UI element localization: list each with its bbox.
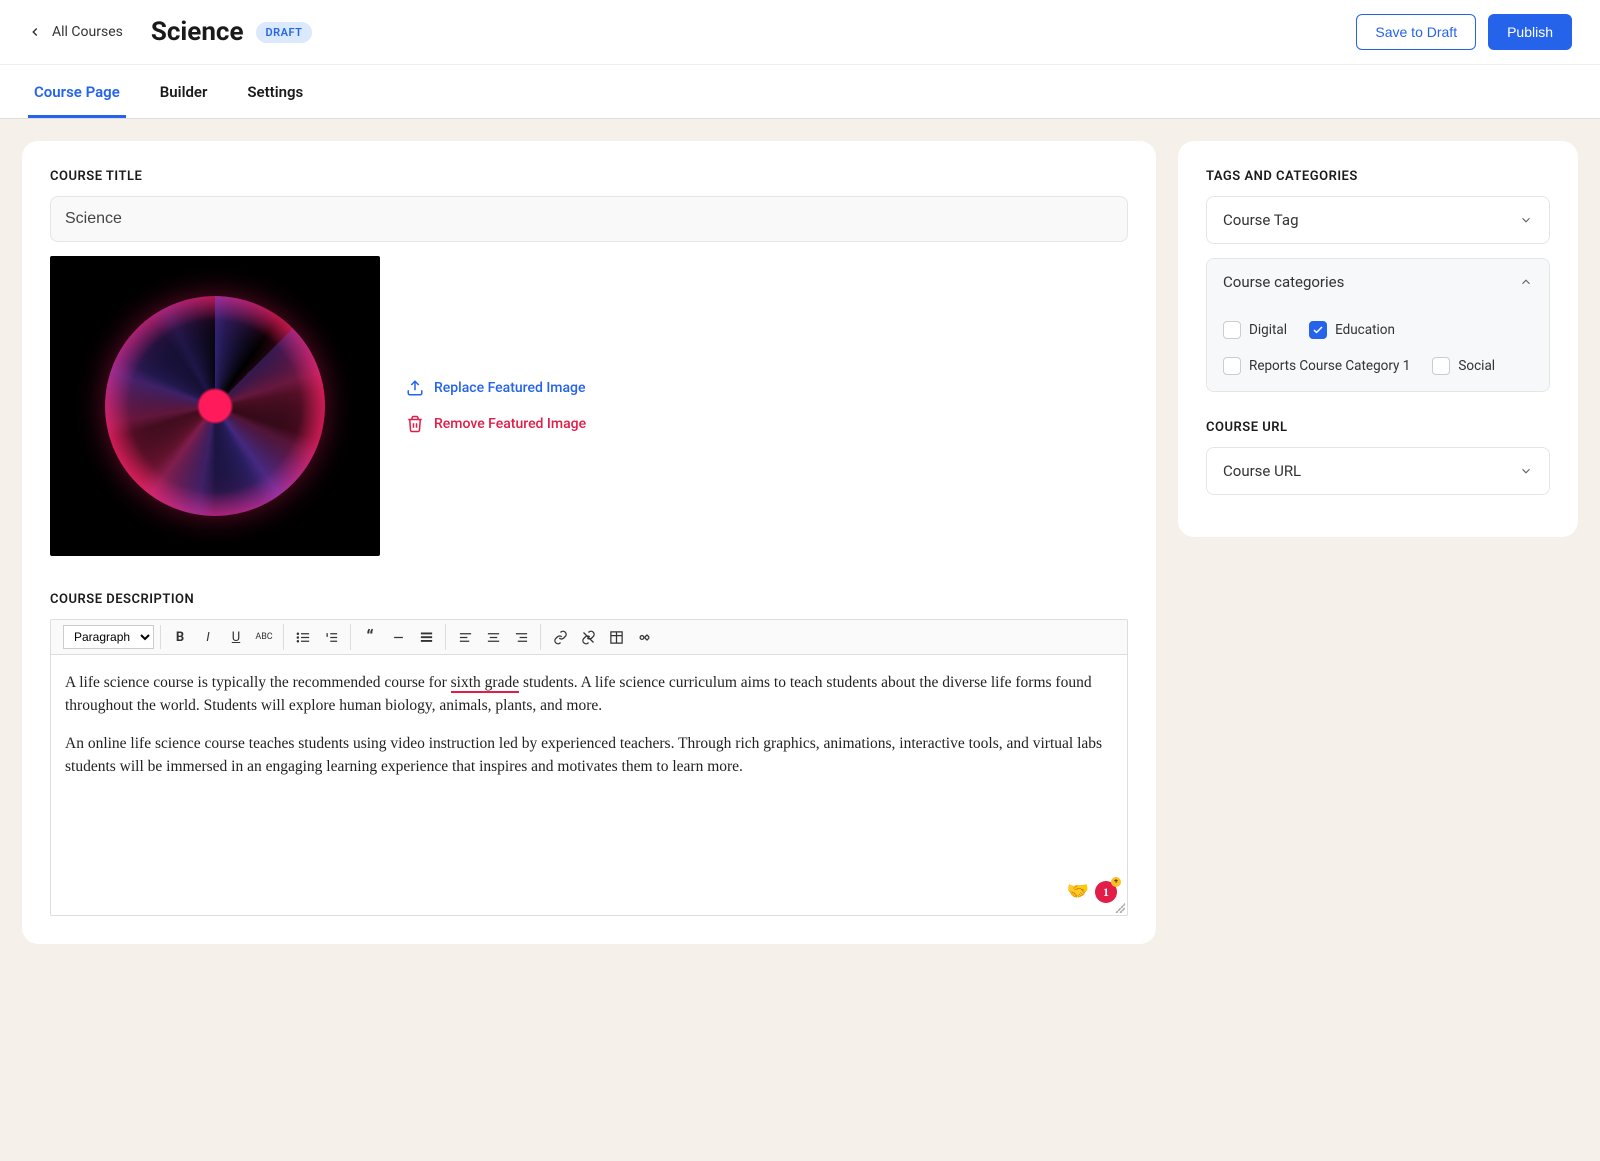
course-description-label: COURSE DESCRIPTION: [50, 592, 1128, 607]
bullet-list-icon: [296, 630, 311, 645]
quote-button[interactable]: “: [357, 624, 383, 650]
align-left-icon: [458, 630, 473, 645]
notification-badge[interactable]: 1: [1095, 881, 1117, 903]
link-button[interactable]: [547, 624, 573, 650]
editor-toolbar: Paragraph B I U ABC “: [51, 620, 1127, 655]
categories-list: Digital Education Reports Course Categor…: [1207, 305, 1549, 391]
replace-featured-image-button[interactable]: Replace Featured Image: [406, 379, 586, 397]
tabs-bar: Course Page Builder Settings: [0, 65, 1600, 119]
remove-featured-image-button[interactable]: Remove Featured Image: [406, 415, 586, 433]
tab-builder[interactable]: Builder: [154, 65, 214, 118]
course-categories-label: Course categories: [1223, 273, 1344, 291]
save-draft-button[interactable]: Save to Draft: [1356, 14, 1476, 50]
category-label: Social: [1458, 358, 1495, 374]
strike-button[interactable]: ABC: [251, 624, 277, 650]
code-button[interactable]: [631, 624, 657, 650]
chevron-down-icon: [1519, 464, 1533, 478]
tags-categories-label: TAGS AND CATEGORIES: [1206, 169, 1550, 184]
course-title-label: COURSE TITLE: [50, 169, 1128, 184]
desc-text: An online life science course teaches st…: [65, 732, 1113, 779]
course-url-toggle[interactable]: Course URL: [1207, 448, 1549, 494]
align-left-button[interactable]: [452, 624, 478, 650]
category-social[interactable]: Social: [1432, 357, 1495, 375]
category-education[interactable]: Education: [1309, 321, 1395, 339]
course-tag-toggle[interactable]: Course Tag: [1207, 197, 1549, 243]
page-title: Science: [151, 17, 244, 47]
course-title-input[interactable]: [50, 196, 1128, 242]
table-button[interactable]: [603, 624, 629, 650]
format-select[interactable]: Paragraph: [63, 625, 154, 649]
chevron-down-icon: [1519, 213, 1533, 227]
code-icon: [637, 630, 652, 645]
indent-button[interactable]: [413, 624, 439, 650]
status-badge: DRAFT: [256, 22, 313, 43]
course-categories-toggle[interactable]: Course categories: [1207, 259, 1549, 305]
featured-image: [50, 256, 380, 556]
unlink-icon: [581, 630, 596, 645]
trash-icon: [406, 415, 424, 433]
align-center-icon: [486, 630, 501, 645]
link-icon: [553, 630, 568, 645]
sidebar-panel: TAGS AND CATEGORIES Course Tag Course ca…: [1178, 141, 1578, 537]
upload-icon: [406, 379, 424, 397]
main-panel: COURSE TITLE Replace Featured Image Remo…: [22, 141, 1156, 944]
floating-widgets: 🤝 1: [1067, 878, 1117, 905]
minus-icon: [391, 630, 406, 645]
course-tag-label: Course Tag: [1223, 211, 1299, 229]
category-label: Education: [1335, 322, 1395, 338]
bullet-list-button[interactable]: [290, 624, 316, 650]
tab-settings[interactable]: Settings: [241, 65, 309, 118]
checkbox[interactable]: [1432, 357, 1450, 375]
horizontal-rule-button[interactable]: [385, 624, 411, 650]
top-bar: All Courses Science DRAFT Save to Draft …: [0, 0, 1600, 65]
category-digital[interactable]: Digital: [1223, 321, 1287, 339]
italic-button[interactable]: I: [195, 624, 221, 650]
checkbox[interactable]: [1223, 321, 1241, 339]
numbered-list-button[interactable]: [318, 624, 344, 650]
chevron-left-icon: [28, 25, 42, 39]
spellcheck-mark: sixth grade: [451, 674, 519, 693]
indent-icon: [419, 630, 434, 645]
course-tag-accordion: Course Tag: [1206, 196, 1550, 244]
rich-text-editor: Paragraph B I U ABC “: [50, 619, 1128, 916]
table-icon: [609, 630, 624, 645]
align-center-button[interactable]: [480, 624, 506, 650]
unlink-button[interactable]: [575, 624, 601, 650]
resize-handle[interactable]: [1115, 903, 1125, 913]
course-url-label: Course URL: [1223, 462, 1301, 480]
category-reports[interactable]: Reports Course Category 1: [1223, 357, 1410, 375]
tab-course-page[interactable]: Course Page: [28, 65, 126, 118]
replace-image-label: Replace Featured Image: [434, 380, 585, 396]
category-label: Reports Course Category 1: [1249, 358, 1410, 374]
remove-image-label: Remove Featured Image: [434, 416, 586, 432]
checkbox[interactable]: [1223, 357, 1241, 375]
handshake-icon[interactable]: 🤝: [1067, 878, 1089, 905]
publish-button[interactable]: Publish: [1488, 14, 1572, 50]
chevron-up-icon: [1519, 275, 1533, 289]
course-url-section-label: COURSE URL: [1206, 420, 1550, 435]
category-label: Digital: [1249, 322, 1287, 338]
desc-text: A life science course is typically the r…: [65, 674, 451, 691]
numbered-list-icon: [324, 630, 339, 645]
back-all-courses-link[interactable]: All Courses: [28, 24, 123, 40]
editor-content[interactable]: A life science course is typically the r…: [51, 655, 1127, 915]
bold-button[interactable]: B: [167, 624, 193, 650]
back-label: All Courses: [52, 24, 123, 40]
underline-button[interactable]: U: [223, 624, 249, 650]
align-right-button[interactable]: [508, 624, 534, 650]
align-right-icon: [514, 630, 529, 645]
course-url-accordion: Course URL: [1206, 447, 1550, 495]
checkbox[interactable]: [1309, 321, 1327, 339]
course-categories-accordion: Course categories Digital Education Repo…: [1206, 258, 1550, 392]
